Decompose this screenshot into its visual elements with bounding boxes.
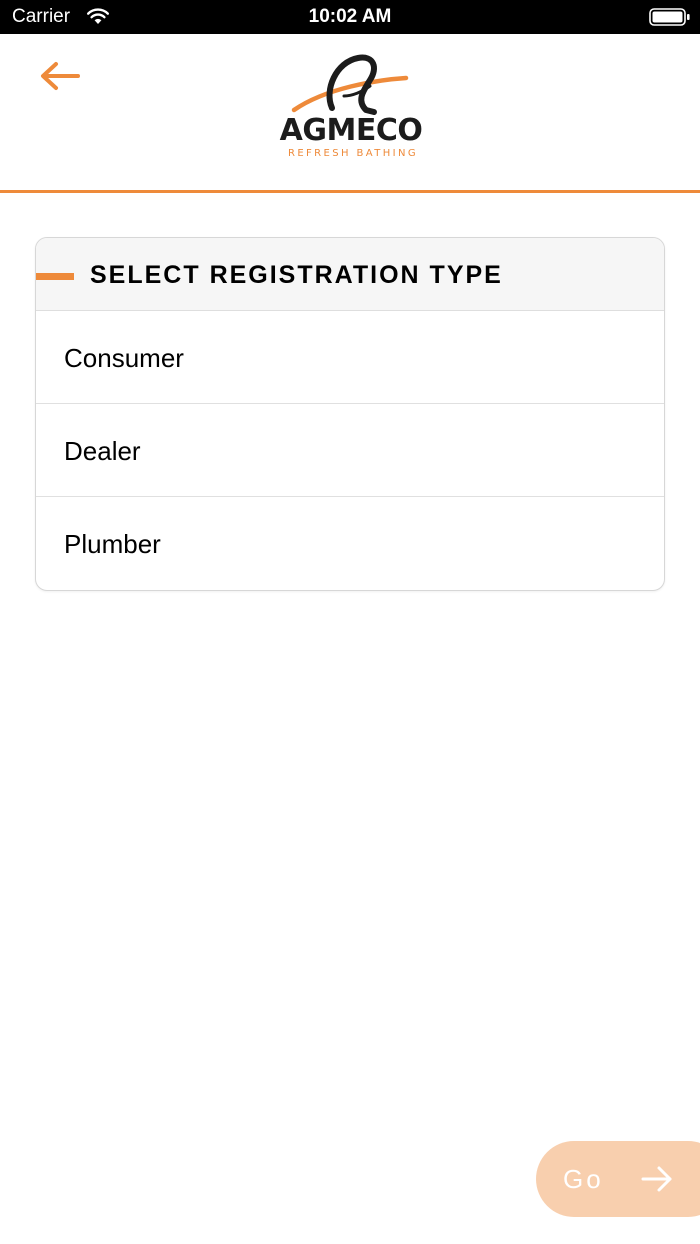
card-title: SELECT REGISTRATION TYPE (90, 261, 503, 289)
card-accent-bar (36, 273, 74, 280)
go-button[interactable]: Go (536, 1141, 700, 1217)
registration-type-screen: Carrier 10:02 AM AGMECO REFRESH BATHING … (0, 0, 700, 1244)
arrow-right-icon (641, 1166, 672, 1192)
option-label: Consumer (64, 343, 184, 373)
option-dealer[interactable]: Dealer (36, 404, 664, 497)
back-button[interactable] (36, 58, 86, 94)
card-header: SELECT REGISTRATION TYPE (36, 238, 664, 311)
arrow-left-icon (41, 62, 80, 90)
app-header: AGMECO REFRESH BATHING (0, 34, 700, 191)
battery-icon (649, 8, 690, 26)
registration-type-card: SELECT REGISTRATION TYPE Consumer Dealer… (35, 237, 665, 591)
option-plumber[interactable]: Plumber (36, 497, 664, 589)
option-consumer[interactable]: Consumer (36, 311, 664, 404)
option-label: Dealer (64, 436, 141, 466)
status-time: 10:02 AM (308, 6, 392, 27)
logo-tagline: REFRESH BATHING (287, 148, 419, 159)
logo-mark-icon (291, 54, 409, 115)
registration-option-list: Consumer Dealer Plumber (36, 311, 664, 589)
status-bar: Carrier 10:02 AM (0, 0, 700, 34)
brand-logo: AGMECO REFRESH BATHING (266, 52, 436, 164)
option-label: Plumber (64, 529, 161, 559)
go-label: Go (563, 1164, 604, 1194)
header-divider (0, 190, 700, 193)
logo-wordmark: AGMECO (279, 113, 423, 148)
